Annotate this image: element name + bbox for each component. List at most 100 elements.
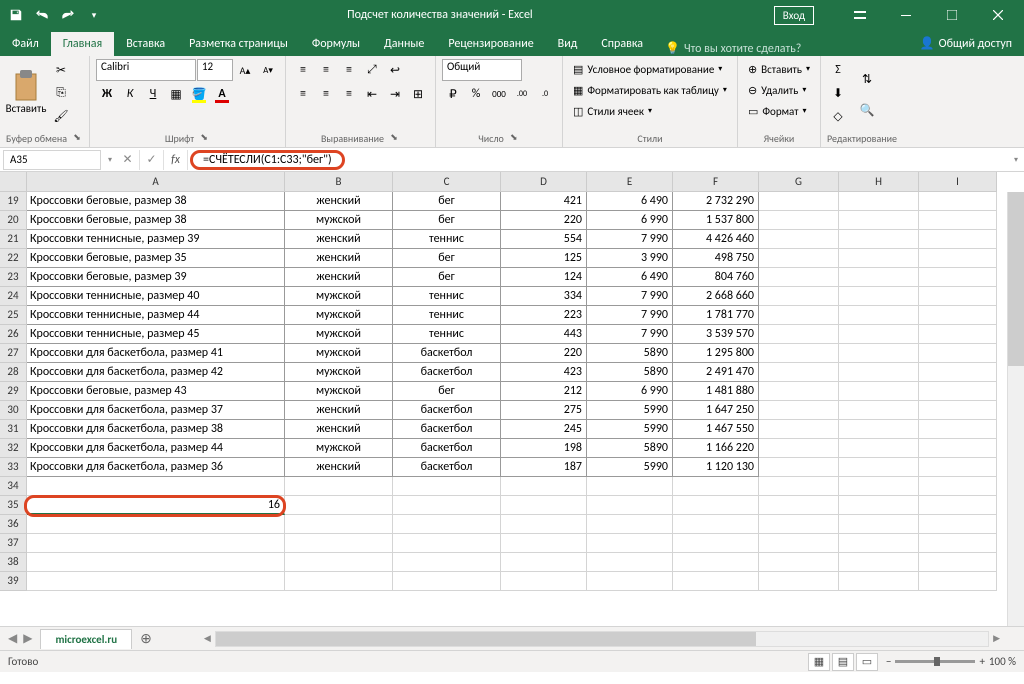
cell[interactable] (27, 553, 285, 572)
add-sheet-icon[interactable]: ⊕ (132, 630, 160, 647)
find-select-icon[interactable]: 🔍 (853, 95, 881, 125)
clear-icon[interactable]: ◇ (827, 105, 849, 127)
row-header[interactable]: 35 (0, 496, 27, 515)
column-header-A[interactable]: A (27, 172, 285, 192)
format-cells-button[interactable]: ▭Формат▾ (744, 101, 814, 121)
border-icon[interactable]: ▦ (165, 83, 187, 105)
cell[interactable]: 125 (501, 249, 587, 268)
cell[interactable] (27, 534, 285, 553)
cell[interactable]: Кроссовки беговые, размер 38 (27, 192, 285, 211)
cell[interactable] (839, 287, 919, 306)
cell[interactable] (587, 496, 673, 515)
cell[interactable] (393, 496, 501, 515)
maximize-icon[interactable] (930, 1, 974, 29)
cell[interactable] (759, 382, 839, 401)
cell[interactable] (919, 572, 997, 591)
cell[interactable]: Кроссовки беговые, размер 39 (27, 268, 285, 287)
cancel-formula-icon[interactable]: ✕ (116, 150, 140, 170)
cell[interactable] (839, 534, 919, 553)
cell[interactable] (839, 477, 919, 496)
cell[interactable]: 6 490 (587, 268, 673, 287)
cell[interactable] (839, 458, 919, 477)
insert-cells-button[interactable]: ⊕Вставить▾ (744, 59, 814, 79)
cell[interactable]: мужской (285, 363, 393, 382)
save-icon[interactable] (4, 3, 28, 27)
cell[interactable] (839, 192, 919, 211)
tell-me-search[interactable]: 💡 Что вы хотите сделать? (655, 41, 811, 56)
tab-help[interactable]: Справка (589, 32, 655, 56)
cell[interactable]: 498 750 (673, 249, 759, 268)
column-header-F[interactable]: F (673, 172, 759, 192)
format-painter-icon[interactable]: 🖌 (50, 105, 72, 127)
cell[interactable] (759, 230, 839, 249)
cell[interactable] (587, 553, 673, 572)
paste-button[interactable]: Вставить (6, 59, 46, 125)
cell[interactable]: 1 295 800 (673, 344, 759, 363)
cell[interactable]: 1 166 220 (673, 439, 759, 458)
cell[interactable] (759, 363, 839, 382)
cell[interactable]: бег (393, 249, 501, 268)
row-header[interactable]: 19 (0, 192, 27, 211)
font-launcher-icon[interactable]: ⬊ (198, 132, 210, 144)
cell[interactable]: 1 467 550 (673, 420, 759, 439)
cell[interactable]: женский (285, 401, 393, 420)
cell[interactable]: мужской (285, 344, 393, 363)
cell[interactable] (393, 553, 501, 572)
zoom-in-icon[interactable]: + (979, 655, 984, 668)
fill-icon[interactable]: ⬇ (827, 82, 849, 104)
zoom-slider[interactable] (895, 660, 975, 663)
cell[interactable] (285, 477, 393, 496)
cell[interactable]: 6 990 (587, 382, 673, 401)
view-page-break-icon[interactable]: ▭ (856, 653, 878, 671)
cell[interactable] (393, 572, 501, 591)
cell[interactable] (759, 306, 839, 325)
sheet-nav-prev-icon[interactable]: ◀ (8, 631, 17, 646)
tab-insert[interactable]: Вставка (114, 32, 177, 56)
cell[interactable]: Кроссовки для баскетбола, размер 36 (27, 458, 285, 477)
cell[interactable] (393, 477, 501, 496)
cell[interactable]: Кроссовки теннисные, размер 45 (27, 325, 285, 344)
cell[interactable]: женский (285, 268, 393, 287)
cell[interactable]: баскетбол (393, 420, 501, 439)
cell[interactable] (839, 382, 919, 401)
column-header-I[interactable]: I (919, 172, 997, 192)
view-page-layout-icon[interactable]: ▤ (832, 653, 854, 671)
cell[interactable]: 7 990 (587, 230, 673, 249)
cell[interactable] (759, 439, 839, 458)
delete-cells-button[interactable]: ⊖Удалить▾ (744, 80, 814, 100)
cell[interactable]: 1 120 130 (673, 458, 759, 477)
align-middle-icon[interactable]: ≡ (315, 59, 337, 81)
cell[interactable]: 187 (501, 458, 587, 477)
row-header[interactable]: 27 (0, 344, 27, 363)
percent-icon[interactable]: % (465, 83, 487, 105)
decrease-indent-icon[interactable]: ⇤ (361, 83, 383, 105)
cell[interactable] (919, 325, 997, 344)
row-header[interactable]: 33 (0, 458, 27, 477)
cell[interactable] (839, 363, 919, 382)
cell[interactable]: мужской (285, 287, 393, 306)
cell[interactable] (919, 306, 997, 325)
cell[interactable] (285, 534, 393, 553)
cell[interactable]: бег (393, 382, 501, 401)
cell[interactable]: Кроссовки беговые, размер 43 (27, 382, 285, 401)
minimize-icon[interactable] (884, 1, 928, 29)
ribbon-options-icon[interactable] (838, 1, 882, 29)
formula-input[interactable]: =СЧЁТЕСЛИ(C1:C33;"бег") (188, 150, 1008, 170)
expand-formula-icon[interactable]: ▾ (1008, 155, 1024, 165)
cell[interactable]: мужской (285, 325, 393, 344)
cell[interactable] (759, 572, 839, 591)
cell[interactable]: 7 990 (587, 287, 673, 306)
cell[interactable]: мужской (285, 211, 393, 230)
cell[interactable] (759, 534, 839, 553)
cell[interactable] (759, 515, 839, 534)
cell[interactable]: баскетбол (393, 344, 501, 363)
cell[interactable] (285, 553, 393, 572)
cell[interactable] (919, 192, 997, 211)
row-header[interactable]: 36 (0, 515, 27, 534)
cell[interactable] (285, 496, 393, 515)
cell[interactable]: 220 (501, 344, 587, 363)
autosum-icon[interactable]: Σ (827, 59, 849, 81)
cell[interactable] (393, 534, 501, 553)
row-header[interactable]: 23 (0, 268, 27, 287)
row-header[interactable]: 29 (0, 382, 27, 401)
